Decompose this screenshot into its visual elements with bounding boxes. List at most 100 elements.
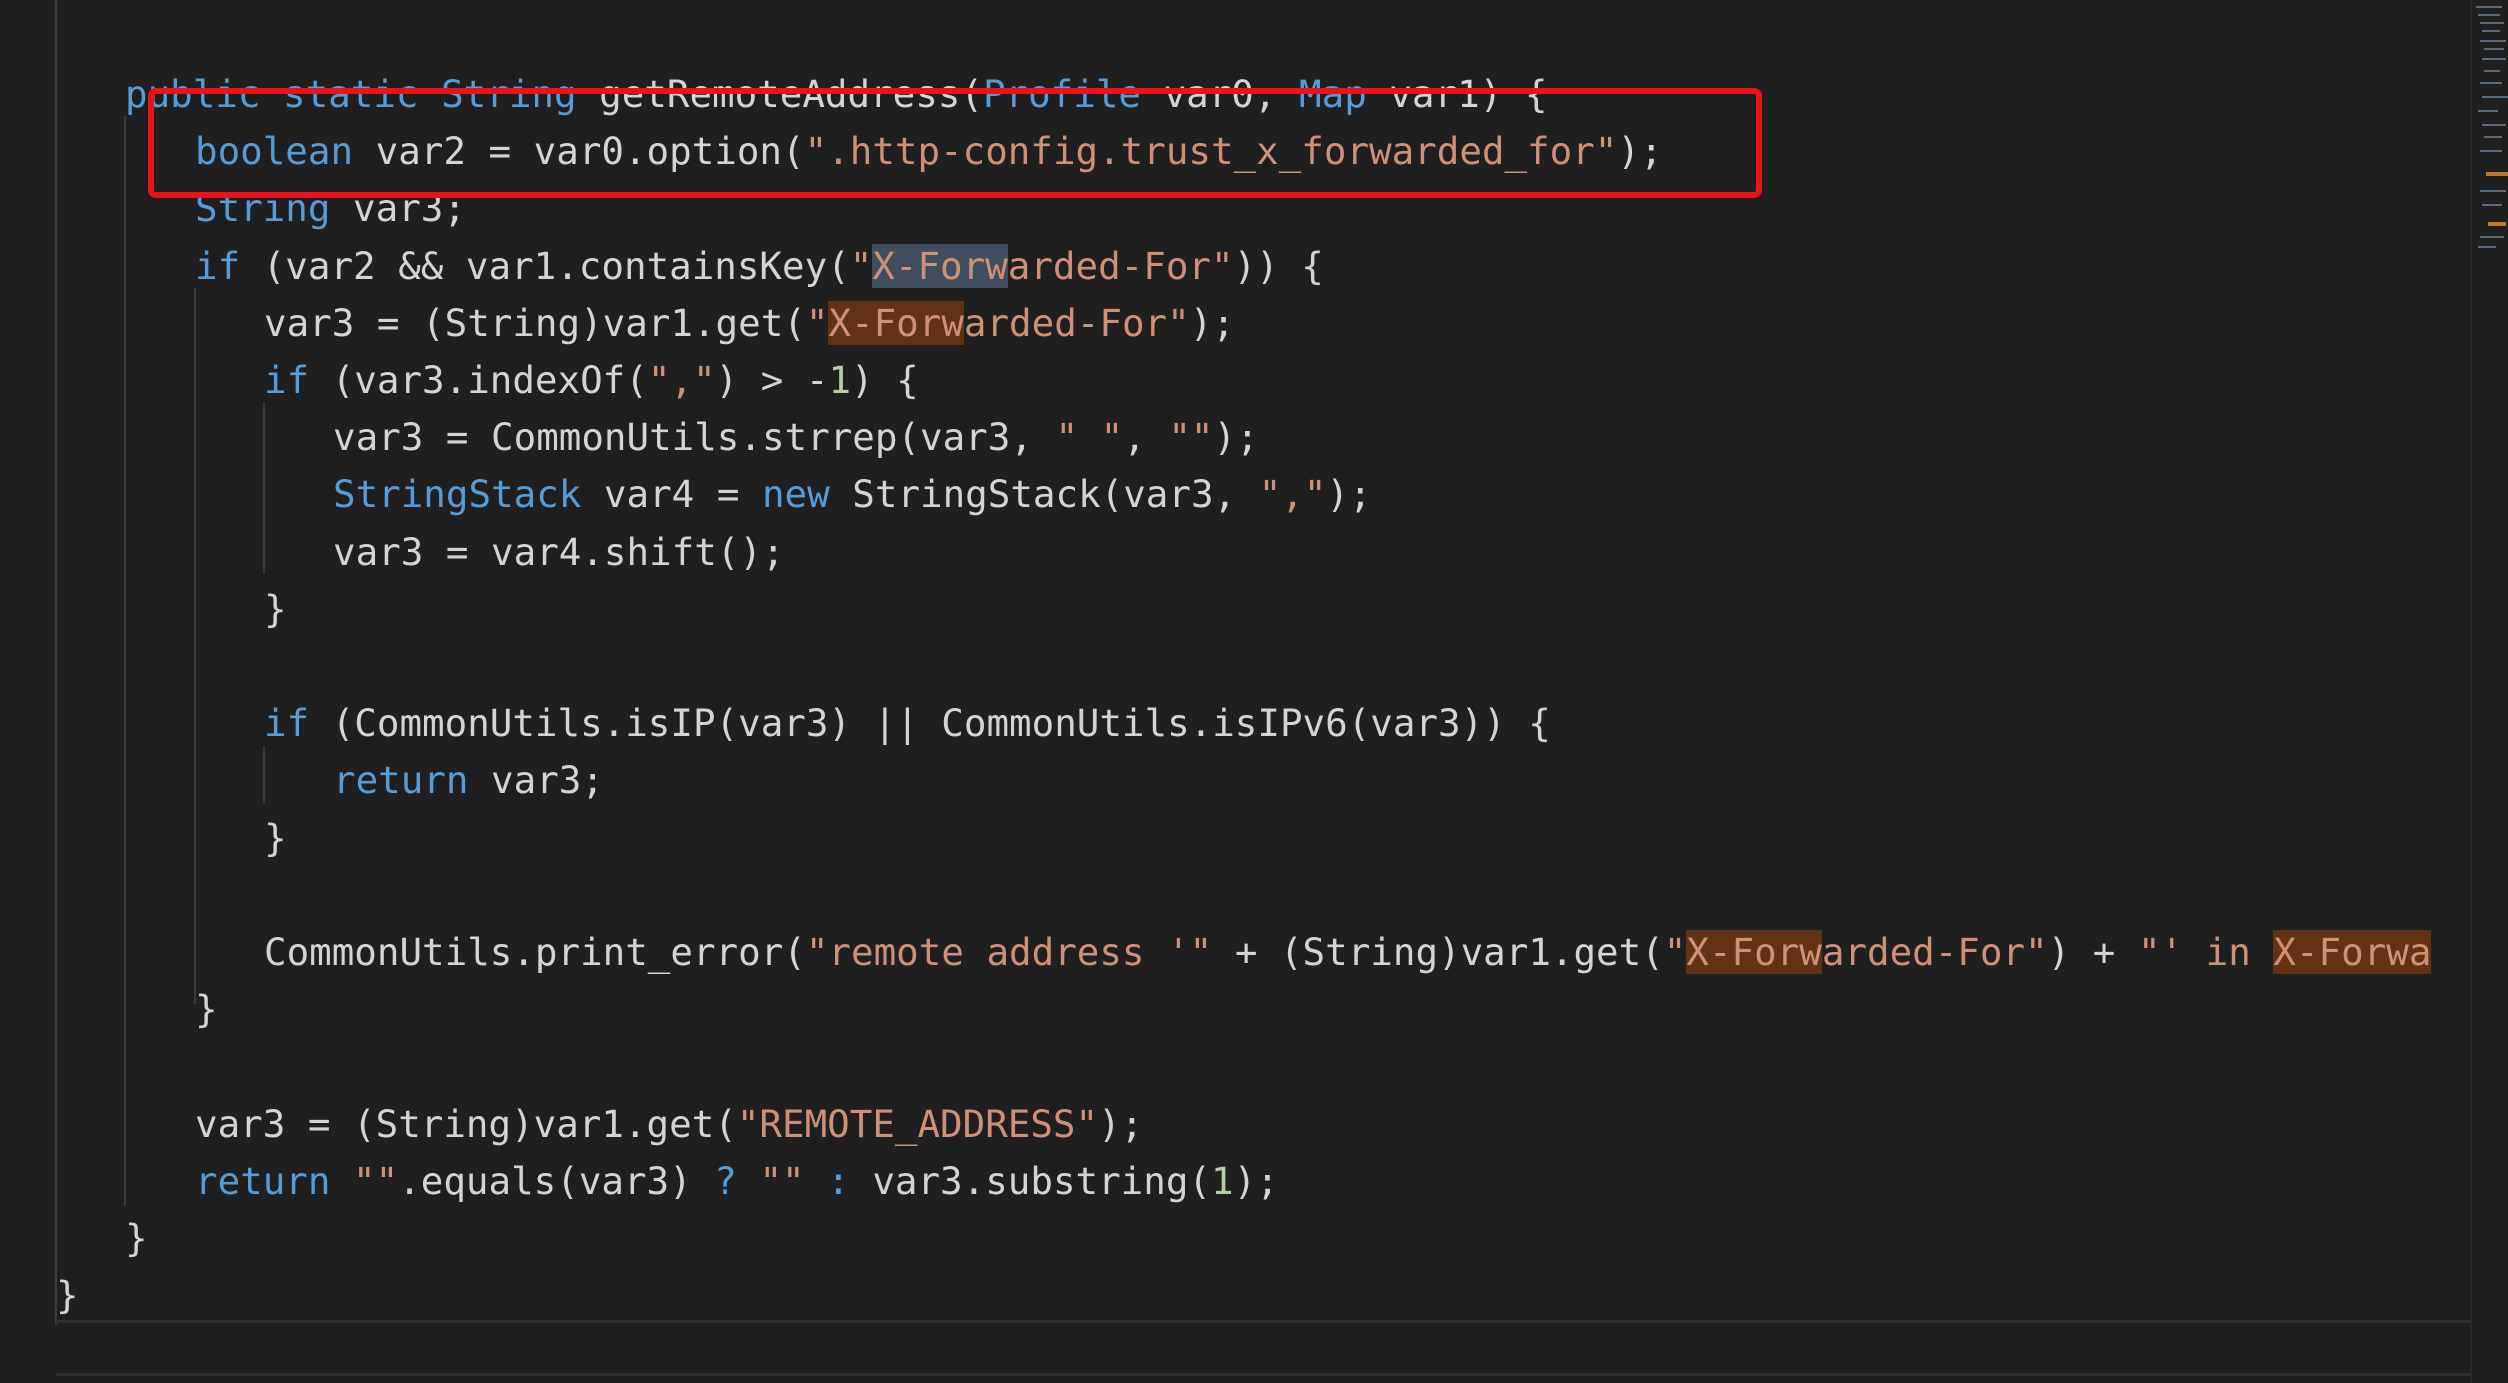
indent-guide: [194, 288, 196, 1004]
code-line[interactable]: }: [264, 809, 287, 867]
code-token: }: [264, 587, 287, 631]
minimap-line: [2482, 30, 2500, 32]
minimap-line: [2480, 236, 2504, 238]
code-token: );: [1233, 1159, 1279, 1203]
code-token: ": [849, 244, 873, 288]
code-line[interactable]: var3 = (String)var1.get("REMOTE_ADDRESS"…: [195, 1095, 1143, 1153]
code-line[interactable]: CommonUtils.print_error("remote address …: [264, 923, 2432, 981]
code-token: var2 = var0.option(: [353, 129, 805, 173]
code-token: );: [1189, 301, 1235, 345]
code-line[interactable]: String var3;: [195, 179, 466, 237]
code-token: )) {: [1233, 244, 1324, 288]
code-line[interactable]: }: [195, 980, 218, 1038]
code-token: .equals(var3): [398, 1159, 715, 1203]
code-editor[interactable]: public static String getRemoteAddress(Pr…: [0, 0, 2508, 1383]
code-line[interactable]: return var3;: [333, 751, 604, 809]
code-line[interactable]: var3 = CommonUtils.strrep(var3, " ", "")…: [333, 408, 1259, 466]
code-token: X-Forw: [1686, 930, 1822, 974]
code-token: "remote address '": [805, 930, 1213, 974]
code-line[interactable]: if (CommonUtils.isIP(var3) || CommonUtil…: [264, 694, 1551, 752]
code-line[interactable]: var3 = (String)var1.get("X-Forwarded-For…: [264, 294, 1235, 352]
code-token: "": [1168, 415, 1214, 459]
code-line[interactable]: StringStack var4 = new StringStack(var3,…: [333, 465, 1372, 523]
code-token: X-Forw: [828, 301, 964, 345]
code-token: new: [761, 472, 830, 516]
code-line[interactable]: var3 = var4.shift();: [333, 523, 785, 581]
indent-guide: [263, 402, 265, 574]
code-token: if: [264, 701, 310, 745]
code-line[interactable]: return "".equals(var3) ? "" : var3.subst…: [195, 1152, 1279, 1210]
minimap-line: [2484, 48, 2504, 50]
minimap-line: [2482, 96, 2508, 98]
code-token: var3 = CommonUtils.strrep(var3,: [333, 415, 1056, 459]
code-area[interactable]: public static String getRemoteAddress(Pr…: [0, 0, 2470, 1383]
code-token: ",": [1258, 472, 1327, 516]
code-token: var3 = var4.shift();: [333, 530, 785, 574]
code-line[interactable]: }: [56, 1266, 79, 1324]
code-token: );: [1213, 415, 1259, 459]
code-token: return: [195, 1159, 331, 1203]
code-line[interactable]: public static String getRemoteAddress(Pr…: [125, 65, 1547, 123]
code-line[interactable]: }: [125, 1209, 148, 1267]
code-token: public: [125, 72, 261, 116]
code-token: 1: [828, 358, 852, 402]
code-line[interactable]: if (var2 && var1.containsKey("X-Forwarde…: [195, 237, 1324, 295]
code-token: String: [441, 72, 577, 116]
code-token: }: [125, 1216, 148, 1260]
code-token: + (String)var1.get(: [1212, 930, 1664, 974]
minimap[interactable]: [2470, 0, 2508, 1383]
code-token: var3;: [330, 186, 466, 230]
code-token: " ": [1055, 415, 1124, 459]
minimap-line: [2484, 136, 2502, 138]
code-token: var3;: [468, 758, 604, 802]
minimap-line: [2482, 124, 2506, 126]
code-token: 1: [1210, 1159, 1234, 1203]
code-token: var0,: [1141, 72, 1300, 116]
code-token: ": [1663, 930, 1687, 974]
minimap-line: [2480, 22, 2504, 24]
minimap-line: [2482, 58, 2506, 60]
code-token: ": [805, 301, 829, 345]
minimap-line: [2478, 110, 2498, 112]
code-token: }: [195, 987, 218, 1031]
code-token: if: [264, 358, 310, 402]
code-token: ) {: [851, 358, 919, 402]
code-token: ?: [714, 1159, 737, 1203]
minimap-match-marker: [2488, 222, 2506, 226]
current-line-highlight: [56, 1320, 2470, 1376]
minimap-line: [2480, 82, 2502, 84]
code-token: );: [1617, 129, 1663, 173]
code-line[interactable]: boolean var2 = var0.option(".http-config…: [195, 122, 1663, 180]
minimap-line: [2484, 70, 2500, 72]
code-token: arded-For": [963, 301, 1190, 345]
code-token: }: [56, 1273, 79, 1317]
code-line[interactable]: if (var3.indexOf(",") > -1) {: [264, 351, 919, 409]
code-token: var3 = (String)var1.get(: [195, 1102, 737, 1146]
code-token: ",": [647, 358, 716, 402]
code-token: (CommonUtils.isIP(var3) || CommonUtils.i…: [309, 701, 1551, 745]
minimap-match-marker: [2486, 172, 2508, 176]
code-token: arded-For": [1821, 930, 2048, 974]
code-token: (var2 && var1.containsKey(: [240, 244, 850, 288]
code-token: return: [333, 758, 469, 802]
code-token: StringStack(var3,: [829, 472, 1259, 516]
code-token: var3 = (String)var1.get(: [264, 301, 806, 345]
code-token: X-Forw: [872, 244, 1008, 288]
minimap-line: [2480, 150, 2502, 152]
code-token: );: [1098, 1102, 1144, 1146]
code-token: var3.substring(: [849, 1159, 1211, 1203]
code-token: (var3.indexOf(: [309, 358, 648, 402]
code-line[interactable]: }: [264, 580, 287, 638]
code-token: "": [353, 1159, 399, 1203]
minimap-line: [2476, 6, 2502, 8]
code-token: ) > -: [715, 358, 829, 402]
code-token: if: [195, 244, 241, 288]
code-token: Map: [1299, 72, 1367, 116]
minimap-line: [2480, 190, 2506, 192]
code-token: StringStack: [333, 472, 582, 516]
code-token: :: [827, 1159, 850, 1203]
